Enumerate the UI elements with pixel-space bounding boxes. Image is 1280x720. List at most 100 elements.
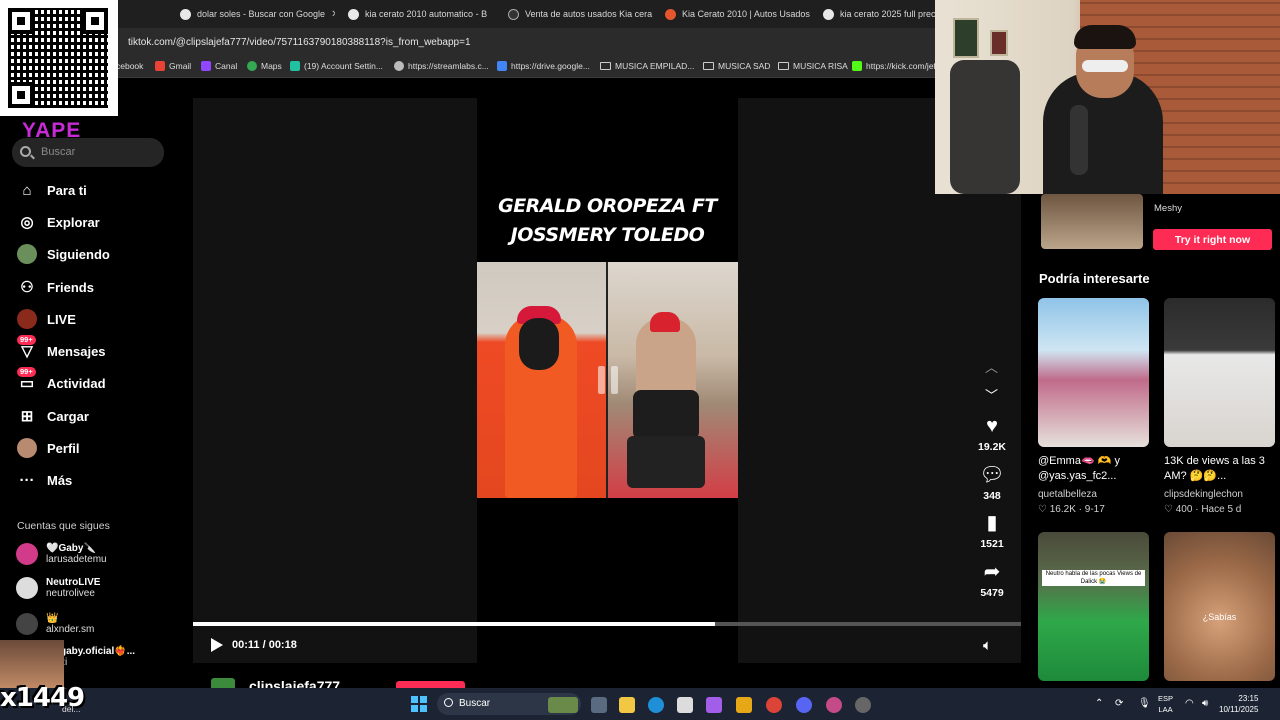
sidebar-item-friends[interactable]: ⚇ Friends: [17, 276, 94, 298]
card-user[interactable]: quetalbelleza: [1038, 489, 1097, 500]
chevron-down-icon[interactable]: ﹀: [985, 385, 998, 404]
bookmark-folder[interactable]: MUSICA SAD: [703, 61, 770, 71]
store-icon[interactable]: [677, 697, 693, 713]
ad-brand: Meshy: [1154, 203, 1182, 214]
chrome-profile-icon[interactable]: [826, 697, 842, 713]
pause-icon[interactable]: [594, 366, 622, 394]
save-button[interactable]: ▮ 1521: [970, 512, 1014, 550]
red-hat: [650, 312, 680, 332]
taskbar-widget-text: del...: [62, 704, 81, 714]
app-icon[interactable]: [736, 697, 752, 713]
notification-badge: 99+: [17, 335, 36, 345]
streamer-hair: [1074, 25, 1136, 49]
black-skirt: [627, 436, 705, 488]
friends-icon: ⚇: [20, 279, 34, 296]
browser-tab[interactable]: dolar soles - Buscar con Google✕: [180, 4, 335, 24]
app-icon[interactable]: [855, 697, 871, 713]
taskbar-search-label: Buscar: [459, 698, 491, 709]
network-icon[interactable]: ⟳: [1115, 698, 1123, 709]
like-button[interactable]: ♥ 19.2K: [970, 415, 1014, 453]
black-top: [633, 390, 699, 440]
upload-icon: ⊞: [20, 408, 34, 425]
video-thumbnail[interactable]: ¿Sabías: [1164, 532, 1275, 681]
profile-icon: [17, 438, 37, 458]
bookmark-item[interactable]: Canal: [201, 61, 237, 71]
share-button[interactable]: ➦ 5479: [970, 561, 1014, 599]
discord-icon[interactable]: [796, 697, 812, 713]
search-input[interactable]: [12, 138, 164, 167]
sidebar-item-para-ti[interactable]: ⌂ Para ti: [17, 179, 86, 201]
mic-icon[interactable]: 🎙︎: [1138, 698, 1151, 709]
video-thumbnail[interactable]: [1038, 298, 1149, 447]
search-icon: [20, 146, 31, 157]
chevron-up-icon[interactable]: ︿: [985, 357, 998, 376]
video-thumbnail[interactable]: Neutro habla de las pocas Views de Dalic…: [1038, 532, 1149, 681]
bookmark-item[interactable]: cebook: [116, 61, 143, 71]
volume-icon[interactable]: 🔈︎: [983, 637, 992, 654]
browser-tab[interactable]: Kia Cerato 2010 | Autos Usados✕: [665, 4, 810, 24]
following-account[interactable]: 🤍Gaby🔪 larusadetemu: [16, 543, 107, 565]
sidebar-item-actividad[interactable]: ▭ 99+ Actividad: [17, 367, 106, 394]
windows-start-icon[interactable]: [411, 696, 427, 712]
bookmark-item[interactable]: https://kick.com/jef: [852, 61, 936, 71]
browser-tab[interactable]: Venta de autos usados Kia cera✕: [508, 4, 653, 24]
wifi-icon[interactable]: ◠: [1185, 698, 1194, 709]
card-title[interactable]: @Emma🫦 🫶 y @yas.yas_fc2...: [1038, 454, 1150, 484]
bookmark-item[interactable]: (19) Account Settin...: [290, 61, 383, 71]
speaker-icon[interactable]: 🔊︎: [1202, 698, 1208, 709]
qr-code: [0, 0, 118, 116]
copilot-icon[interactable]: [706, 697, 722, 713]
sidebar-item-live[interactable]: LIVE: [17, 308, 76, 330]
following-account[interactable]: gaby.oficial❤️‍🔥...zi: [60, 646, 135, 668]
thumbnail-caption: Neutro habla de las pocas Views de Dalic…: [1042, 570, 1145, 586]
language-indicator[interactable]: ESP LAA: [1158, 693, 1173, 715]
chrome-icon[interactable]: [766, 697, 782, 713]
ad-thumbnail[interactable]: [1041, 194, 1143, 249]
maps-icon: [247, 61, 257, 71]
sidebar-item-perfil[interactable]: Perfil: [17, 437, 80, 459]
kick-icon: [852, 61, 862, 71]
url-text[interactable]: tiktok.com/@clipslajefa777/video/7571163…: [128, 37, 471, 48]
chevron-up-icon[interactable]: ⌃: [1095, 698, 1103, 709]
section-title: Podría interesarte: [1039, 271, 1150, 286]
following-account[interactable]: NeutroLIVE neutrolivee: [16, 577, 100, 599]
sidebar-item-siguiendo[interactable]: Siguiendo: [17, 243, 110, 265]
bookmark-item[interactable]: Maps: [247, 61, 282, 71]
following-icon: [17, 244, 37, 264]
wall-picture: [990, 30, 1008, 56]
video-thumbnail[interactable]: [1164, 298, 1275, 447]
bookmark-item[interactable]: https://streamlabs.c...: [394, 61, 489, 71]
task-view-icon[interactable]: [591, 697, 607, 713]
try-it-button[interactable]: Try it right now: [1153, 229, 1272, 250]
card-user[interactable]: clipsdekinglechon: [1164, 489, 1243, 500]
play-icon[interactable]: [211, 638, 223, 652]
bookmark-item[interactable]: https://drive.google...: [497, 61, 590, 71]
close-icon[interactable]: ✕: [331, 9, 335, 20]
browser-tab[interactable]: kia cerato 2025 full precio p: [823, 4, 935, 24]
comment-button[interactable]: 💬︎ 348: [970, 464, 1014, 502]
sidebar-item-mas[interactable]: ··· Más: [17, 469, 73, 491]
following-account[interactable]: 👑 alxnder.sm: [16, 613, 94, 635]
clock[interactable]: 23:15 10/11/2025: [1219, 693, 1258, 715]
card-title[interactable]: 13K de views a las 3 AM? 🤔🤔...: [1164, 454, 1276, 484]
bookmark-icon: ▮: [986, 512, 998, 534]
google-icon: [823, 8, 834, 20]
drive-icon: [497, 61, 507, 71]
sunglasses: [1082, 60, 1128, 72]
bookmark-folder[interactable]: MUSICA EMPILAD...: [600, 61, 694, 71]
bookmark-folder[interactable]: MUSICA RISA: [778, 61, 848, 71]
sidebar-item-cargar[interactable]: ⊞ Cargar: [17, 405, 89, 427]
browser-tab[interactable]: kia cerato 2010 automatico - B✕: [348, 4, 493, 24]
gaming-chair: [950, 60, 1020, 194]
bookmark-item[interactable]: Gmail: [155, 61, 191, 71]
edge-icon[interactable]: [648, 697, 664, 713]
heart-icon: ♥: [986, 415, 998, 437]
search-icon: [444, 698, 453, 707]
sidebar-item-mensajes[interactable]: ▽ 99+ Mensajes: [17, 335, 106, 362]
video-caption: GERALD OROPEZA FT JOSSMERY TOLEDO: [498, 195, 717, 246]
folder-icon: [600, 62, 611, 70]
time-display: 00:11 / 00:18: [232, 639, 297, 651]
author-avatar[interactable]: [211, 678, 235, 688]
file-explorer-icon[interactable]: [619, 697, 635, 713]
sidebar-item-explorar[interactable]: ◎ Explorar: [17, 211, 99, 233]
